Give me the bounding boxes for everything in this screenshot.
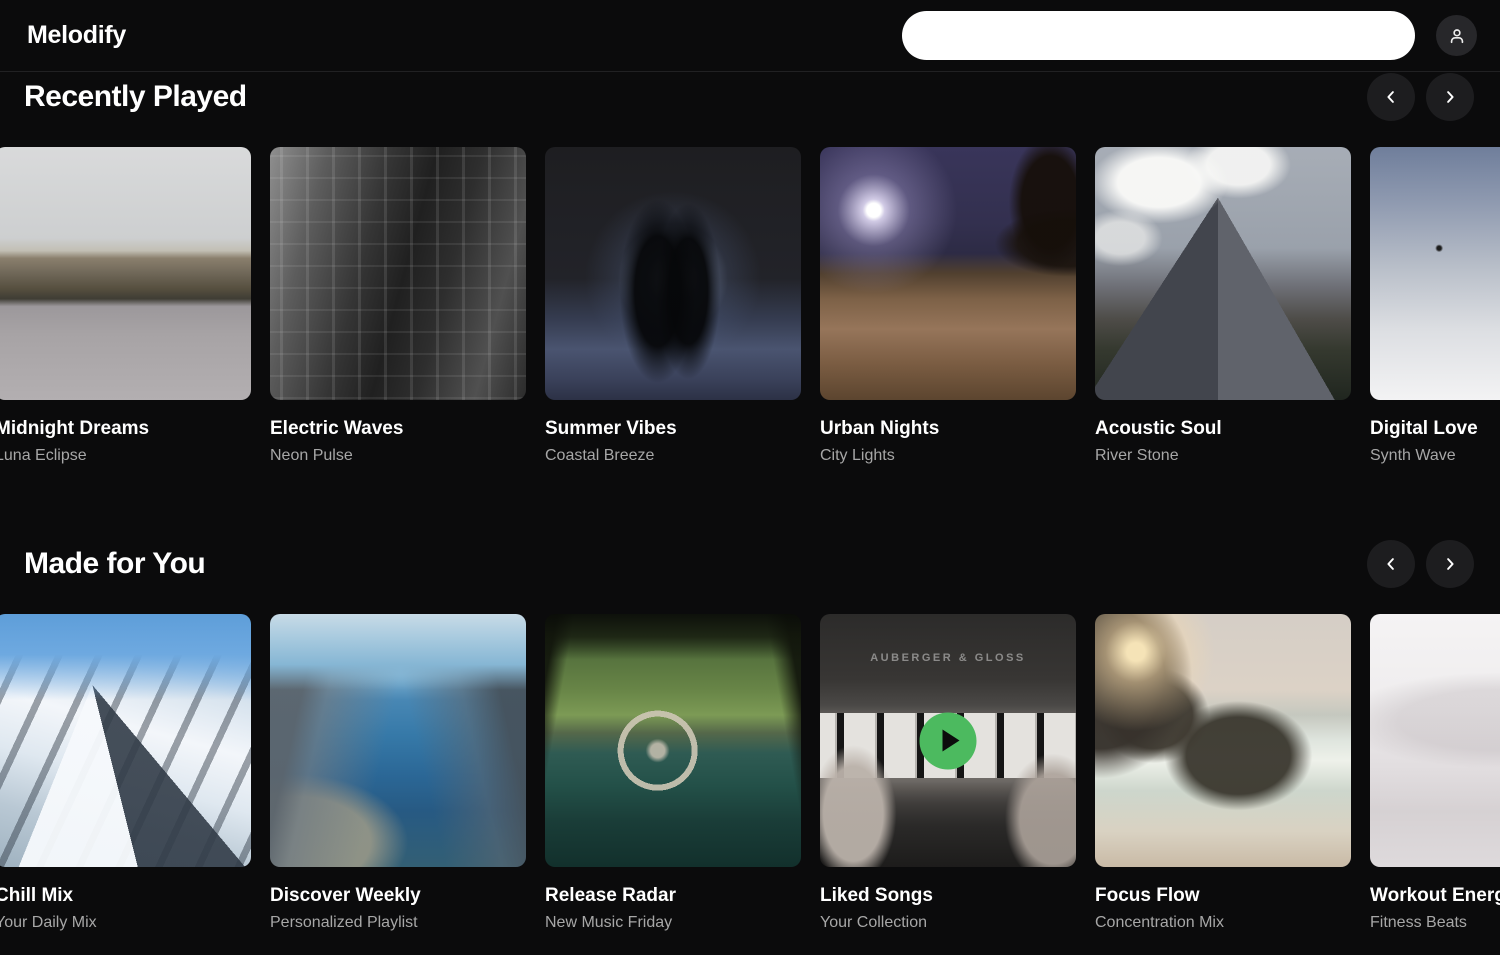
album-art[interactable] <box>1095 614 1351 867</box>
card-title: Release Radar <box>545 885 801 907</box>
carousel-controls <box>1367 540 1474 588</box>
app-logo: Melodify <box>27 21 126 50</box>
card-title: Digital Love <box>1370 418 1500 440</box>
user-icon <box>1447 26 1467 46</box>
playlist-card[interactable]: Midnight Dreams Luna Eclipse <box>0 147 251 465</box>
section-recently-played: Recently Played Midnight Dreams Luna Ecl… <box>0 74 1500 465</box>
playlist-card[interactable]: Workout Energy Fitness Beats <box>1370 614 1500 932</box>
album-art[interactable]: AUBERGER & GLOSS <box>820 614 1076 867</box>
album-art[interactable] <box>0 614 251 867</box>
carousel-controls <box>1367 73 1474 121</box>
play-icon <box>942 730 959 752</box>
carousel-track[interactable]: Chill Mix Your Daily Mix Discover Weekly… <box>0 614 1500 932</box>
card-title: Midnight Dreams <box>0 418 251 440</box>
playlist-card[interactable]: AUBERGER & GLOSS Liked Songs Your Collec… <box>820 614 1076 932</box>
card-subtitle: Neon Pulse <box>270 447 526 465</box>
album-art[interactable] <box>820 147 1076 400</box>
section-title: Made for You <box>24 547 205 581</box>
card-title: Electric Waves <box>270 418 526 440</box>
playlist-card[interactable]: Digital Love Synth Wave <box>1370 147 1500 465</box>
album-art[interactable] <box>270 147 526 400</box>
playlist-card[interactable]: Release Radar New Music Friday <box>545 614 801 932</box>
playlist-card[interactable]: Chill Mix Your Daily Mix <box>0 614 251 932</box>
card-title: Workout Energy <box>1370 885 1500 907</box>
app-header: Melodify <box>0 0 1500 72</box>
card-title: Acoustic Soul <box>1095 418 1351 440</box>
chevron-left-icon <box>1382 555 1400 573</box>
card-title: Summer Vibes <box>545 418 801 440</box>
card-subtitle: City Lights <box>820 447 1076 465</box>
playlist-card[interactable]: Focus Flow Concentration Mix <box>1095 614 1351 932</box>
card-subtitle: Your Collection <box>820 914 1076 932</box>
section-title: Recently Played <box>24 80 247 114</box>
album-art[interactable] <box>545 147 801 400</box>
carousel-next-button[interactable] <box>1426 540 1474 588</box>
play-button[interactable] <box>920 712 977 769</box>
album-art[interactable] <box>0 147 251 400</box>
playlist-card[interactable]: Summer Vibes Coastal Breeze <box>545 147 801 465</box>
card-title: Discover Weekly <box>270 885 526 907</box>
card-title: Chill Mix <box>0 885 251 907</box>
card-subtitle: River Stone <box>1095 447 1351 465</box>
card-title: Urban Nights <box>820 418 1076 440</box>
card-subtitle: Personalized Playlist <box>270 914 526 932</box>
search-input[interactable] <box>902 11 1415 60</box>
chevron-right-icon <box>1441 555 1459 573</box>
playlist-card[interactable]: Acoustic Soul River Stone <box>1095 147 1351 465</box>
card-subtitle: Coastal Breeze <box>545 447 801 465</box>
artwork-text: AUBERGER & GLOSS <box>820 652 1076 664</box>
card-title: Focus Flow <box>1095 885 1351 907</box>
album-art[interactable] <box>1370 614 1500 867</box>
card-subtitle: Fitness Beats <box>1370 914 1500 932</box>
chevron-left-icon <box>1382 88 1400 106</box>
card-subtitle: Synth Wave <box>1370 447 1500 465</box>
carousel-next-button[interactable] <box>1426 73 1474 121</box>
card-subtitle: Concentration Mix <box>1095 914 1351 932</box>
album-art[interactable] <box>545 614 801 867</box>
chevron-right-icon <box>1441 88 1459 106</box>
card-subtitle: Luna Eclipse <box>0 447 251 465</box>
profile-button[interactable] <box>1436 15 1477 56</box>
album-art[interactable] <box>1370 147 1500 400</box>
carousel-prev-button[interactable] <box>1367 73 1415 121</box>
playlist-card[interactable]: Urban Nights City Lights <box>820 147 1076 465</box>
section-made-for-you: Made for You Chill Mix Your Daily Mix Di… <box>0 541 1500 932</box>
playlist-card[interactable]: Electric Waves Neon Pulse <box>270 147 526 465</box>
carousel-track[interactable]: Midnight Dreams Luna Eclipse Electric Wa… <box>0 147 1500 465</box>
album-art[interactable] <box>1095 147 1351 400</box>
carousel-prev-button[interactable] <box>1367 540 1415 588</box>
card-subtitle: Your Daily Mix <box>0 914 251 932</box>
card-title: Liked Songs <box>820 885 1076 907</box>
playlist-card[interactable]: Discover Weekly Personalized Playlist <box>270 614 526 932</box>
card-subtitle: New Music Friday <box>545 914 801 932</box>
album-art[interactable] <box>270 614 526 867</box>
